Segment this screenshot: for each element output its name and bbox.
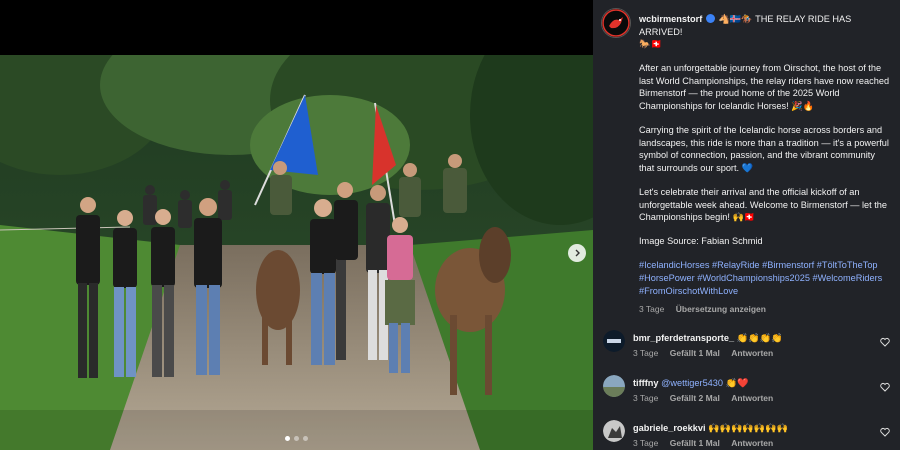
comment-username[interactable]: tifffny	[633, 378, 659, 388]
hashtag-link[interactable]: #WorldChampionships2025	[697, 273, 810, 283]
headline-emoji-2: 🐎🇨🇭	[639, 39, 662, 50]
hashtags: #IcelandicHorses #RelayRide #Birmenstorf…	[639, 259, 891, 297]
post-meta: 3 Tage Übersetzung anzeigen	[639, 303, 891, 316]
comment-username[interactable]: gabriele_roekkvi	[633, 423, 706, 433]
comment-text: 🙌🙌🙌🙌🙌🙌🙌	[708, 423, 789, 433]
comment-text: 👏❤️	[725, 378, 749, 388]
reply-button[interactable]: Antworten	[731, 348, 773, 358]
carousel-dot	[285, 436, 290, 441]
hashtag-link[interactable]: #RelayRide	[712, 260, 760, 270]
comment-likes[interactable]: Gefällt 1 Mal	[670, 438, 720, 448]
heart-icon[interactable]	[880, 382, 890, 392]
verified-badge-icon	[705, 14, 715, 23]
image-source: Image Source: Fabian Schmid	[639, 236, 763, 247]
heart-icon[interactable]	[880, 427, 890, 437]
post-media	[0, 0, 593, 450]
comment-item: bmr_pferdetransporte_ 👏👏👏👏 3 Tage Gefäll…	[601, 330, 890, 370]
commenter-avatar[interactable]	[603, 330, 625, 352]
hashtag-link[interactable]: #Birmenstorf	[762, 260, 814, 270]
author-avatar[interactable]	[601, 8, 631, 38]
carousel-dot	[294, 436, 299, 441]
comment-username[interactable]: bmr_pferdetransporte_	[633, 333, 734, 343]
carousel-next-button[interactable]	[568, 244, 586, 262]
comment-likes[interactable]: Gefällt 1 Mal	[670, 348, 720, 358]
carousel-dot	[303, 436, 308, 441]
comment-time: 3 Tage	[633, 438, 659, 448]
heart-icon[interactable]	[880, 337, 890, 347]
hashtag-link[interactable]: #WelcomeRiders	[813, 273, 883, 283]
hashtag-link[interactable]: #IcelandicHorses	[639, 260, 709, 270]
author-username[interactable]: wcbirmenstorf	[639, 14, 702, 24]
caption-paragraph-1: After an unforgettable journey from Oirs…	[639, 63, 890, 112]
post-photo	[0, 55, 593, 450]
comment-mention[interactable]: @wettiger5430	[661, 378, 723, 388]
comment-time: 3 Tage	[633, 393, 659, 403]
caption-paragraph-3: Let's celebrate their arrival and the of…	[639, 187, 888, 223]
headline-emoji: 🐴🇮🇸🏇	[718, 14, 753, 24]
comment-likes[interactable]: Gefällt 2 Mal	[670, 393, 720, 403]
reply-button[interactable]: Antworten	[731, 393, 773, 403]
commenter-avatar[interactable]	[603, 375, 625, 397]
caption-paragraph-2: Carrying the spirit of the Icelandic hor…	[639, 125, 889, 173]
wc-logo-icon	[602, 9, 630, 37]
commenter-avatar[interactable]	[603, 420, 625, 442]
comment-item: tifffny @wettiger5430 👏❤️ 3 Tage Gefällt…	[601, 375, 890, 415]
translate-link[interactable]: Übersetzung anzeigen	[676, 304, 766, 314]
post-viewer: wcbirmenstorf 🐴🇮🇸🏇 THE RELAY RIDE HAS AR…	[0, 0, 900, 450]
comment-text: 👏👏👏👏	[736, 333, 783, 343]
carousel-indicator	[0, 436, 593, 441]
chevron-right-icon	[575, 249, 580, 257]
reply-button[interactable]: Antworten	[731, 438, 773, 448]
post-time: 3 Tage	[639, 304, 665, 315]
comment-time: 3 Tage	[633, 348, 659, 358]
hashtag-link[interactable]: #FromOirschotWithLove	[639, 286, 738, 296]
comment-item: gabriele_roekkvi 🙌🙌🙌🙌🙌🙌🙌 3 Tage Gefällt …	[601, 420, 890, 450]
hashtag-link[interactable]: #HorsePower	[639, 273, 695, 283]
hashtag-link[interactable]: #TöltToTheTop	[817, 260, 878, 270]
post-side-panel: wcbirmenstorf 🐴🇮🇸🏇 THE RELAY RIDE HAS AR…	[593, 0, 900, 450]
